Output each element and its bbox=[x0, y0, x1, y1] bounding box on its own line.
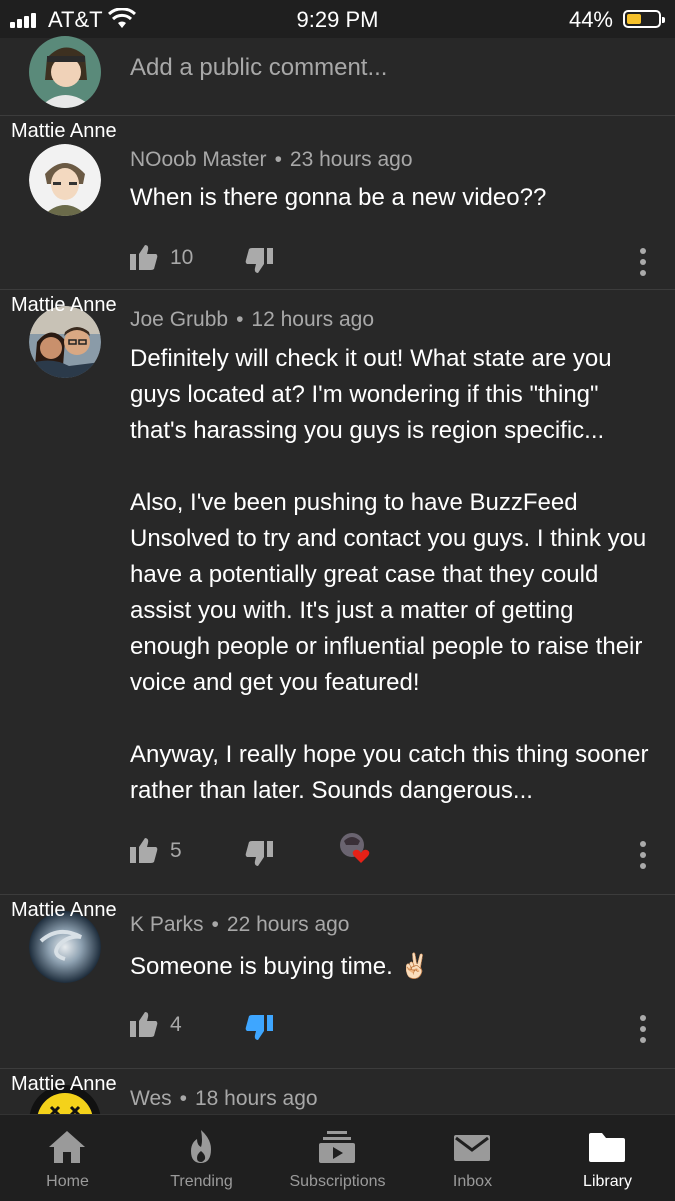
battery-icon bbox=[623, 10, 665, 28]
battery-percent: 44% bbox=[568, 7, 613, 32]
thumbs-down-active-icon[interactable] bbox=[245, 1015, 273, 1041]
tab-subscriptions[interactable]: Subscriptions bbox=[270, 1115, 405, 1201]
comment-header: K Parks • 22 hours ago bbox=[130, 913, 350, 936]
comment-text: When is there gonna be a new video?? bbox=[130, 184, 547, 211]
flame-icon bbox=[191, 1130, 211, 1163]
comment: Mattie Anne K Parks • 22 hours ago Someone… bbox=[0, 895, 675, 1069]
subscriptions-icon bbox=[319, 1131, 355, 1163]
more-options-icon[interactable] bbox=[639, 248, 647, 276]
comment-author[interactable]: NOoob Master bbox=[130, 148, 267, 171]
tab-label: Library bbox=[583, 1173, 632, 1190]
overlay-username: Mattie Anne bbox=[11, 899, 117, 921]
home-icon bbox=[49, 1131, 85, 1163]
comment: Mattie Anne NOoob Master • 23 hours ago Wh… bbox=[0, 116, 675, 290]
comment-header: Wes • 18 hours ago bbox=[130, 1087, 318, 1110]
avatar[interactable] bbox=[29, 144, 101, 216]
tab-home[interactable]: Home bbox=[0, 1115, 135, 1201]
comment-header: NOoob Master • 23 hours ago bbox=[130, 148, 413, 171]
comment-text: Definitely will check it out! What state… bbox=[130, 345, 649, 804]
thumbs-down-icon[interactable] bbox=[245, 248, 273, 274]
thumbs-up-icon[interactable] bbox=[130, 837, 158, 863]
comment-input[interactable]: Add a public comment... bbox=[130, 54, 387, 82]
bottom-tab-bar: Home Trending Subscriptions Inbox Librar… bbox=[0, 1114, 675, 1201]
tab-label: Subscriptions bbox=[289, 1173, 386, 1190]
overlay-username: Mattie Anne bbox=[11, 294, 117, 316]
comment-author[interactable]: Joe Grubb bbox=[130, 308, 228, 331]
creator-heart-icon bbox=[340, 833, 370, 863]
status-bar: AT&T 9:29 PM 44% bbox=[0, 0, 675, 38]
comment: Mattie Anne Wes • 18 hours ago bbox=[0, 1069, 675, 1114]
tab-label: Home bbox=[46, 1173, 89, 1190]
like-count: 5 bbox=[170, 839, 182, 862]
comment-author[interactable]: Wes bbox=[130, 1087, 172, 1110]
add-comment-row[interactable]: Add a public comment... bbox=[0, 36, 675, 116]
mail-icon bbox=[454, 1135, 490, 1161]
tab-inbox[interactable]: Inbox bbox=[405, 1115, 540, 1201]
comment-header: Joe Grubb • 12 hours ago bbox=[130, 308, 375, 331]
overlay-username: Mattie Anne bbox=[11, 1073, 117, 1095]
thumbs-up-icon[interactable] bbox=[130, 1011, 158, 1037]
comment-author[interactable]: K Parks bbox=[130, 913, 204, 936]
avatar bbox=[29, 36, 101, 108]
tab-label: Inbox bbox=[452, 1173, 493, 1190]
tab-trending[interactable]: Trending bbox=[134, 1115, 269, 1201]
comment-time: 23 hours ago bbox=[289, 148, 413, 171]
comment-time: 12 hours ago bbox=[251, 308, 375, 331]
like-count: 10 bbox=[170, 246, 194, 269]
comment-time: 18 hours ago bbox=[194, 1087, 318, 1110]
comment-time: 22 hours ago bbox=[226, 913, 350, 936]
thumbs-up-icon[interactable] bbox=[130, 244, 158, 270]
more-options-icon[interactable] bbox=[639, 841, 647, 869]
tab-library[interactable]: Library bbox=[540, 1115, 675, 1201]
like-count: 4 bbox=[170, 1013, 182, 1036]
more-options-icon[interactable] bbox=[639, 1015, 647, 1043]
tab-label: Trending bbox=[170, 1173, 233, 1190]
overlay-username: Mattie Anne bbox=[11, 120, 117, 142]
folder-icon bbox=[589, 1133, 625, 1162]
comment-text: Someone is buying time. ✌🏻 bbox=[130, 953, 430, 980]
comment: Mattie Anne Joe Grubb • 12 hours ago Defin… bbox=[0, 290, 675, 895]
thumbs-down-icon[interactable] bbox=[245, 841, 273, 867]
